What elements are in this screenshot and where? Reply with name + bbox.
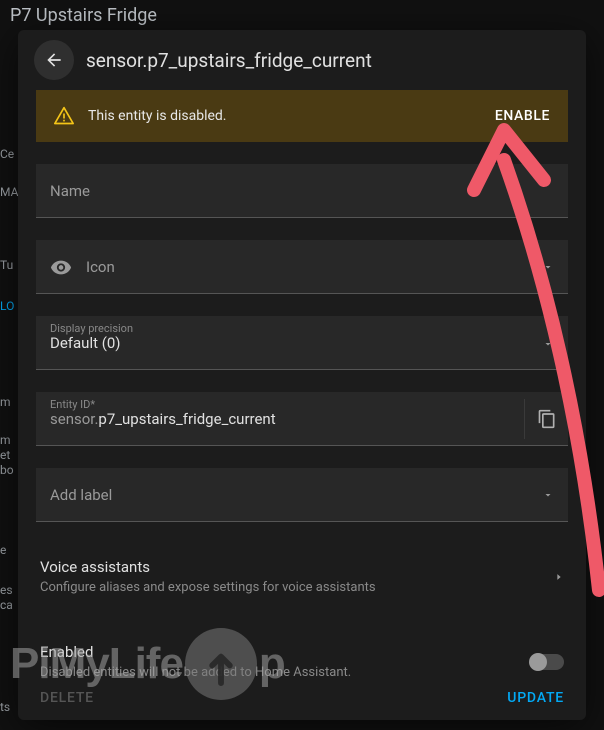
update-button[interactable]: UPDATE <box>507 690 564 706</box>
display-precision-value: Default (0) <box>50 334 121 352</box>
watermark-logo-icon <box>185 628 257 700</box>
entity-id-field[interactable]: Entity ID* sensor.p7_upstairs_fridge_cur… <box>36 392 568 446</box>
name-field-label: Name <box>50 182 90 200</box>
modal-header: sensor.p7_upstairs_fridge_current <box>18 30 586 90</box>
copy-icon <box>537 409 557 429</box>
icon-field[interactable]: Icon <box>36 240 568 294</box>
icon-field-label: Icon <box>86 258 115 276</box>
modal-title: sensor.p7_upstairs_fridge_current <box>86 49 372 72</box>
entity-id-value: sensor.p7_upstairs_fridge_current <box>50 410 276 428</box>
modal-body[interactable]: This entity is disabled. ENABLE Name Ico… <box>18 90 586 676</box>
watermark: PiMyLife p <box>10 628 285 700</box>
copy-entity-id-button[interactable] <box>524 399 568 439</box>
eye-icon <box>50 256 72 278</box>
chevron-down-icon <box>542 261 554 273</box>
entity-settings-modal: sensor.p7_upstairs_fridge_current This e… <box>18 30 586 720</box>
voice-assistants-title: Voice assistants <box>40 558 540 576</box>
voice-assistants-row[interactable]: Voice assistants Configure aliases and e… <box>36 544 568 611</box>
chevron-down-icon <box>542 489 554 501</box>
display-precision-field[interactable]: Display precision Default (0) <box>36 316 568 370</box>
banner-text: This entity is disabled. <box>88 108 481 124</box>
entity-id-label: Entity ID* <box>50 398 95 411</box>
enable-button[interactable]: ENABLE <box>495 108 550 124</box>
chevron-down-icon <box>542 338 554 350</box>
display-precision-label: Display precision <box>50 322 133 335</box>
background-page-title: P7 Upstairs Fridge <box>10 5 157 26</box>
add-label-field[interactable]: Add label <box>36 468 568 522</box>
back-button[interactable] <box>34 40 74 80</box>
back-arrow-icon <box>44 50 64 70</box>
warning-icon <box>54 106 74 126</box>
disabled-banner: This entity is disabled. ENABLE <box>36 90 568 142</box>
add-label-text: Add label <box>50 486 112 504</box>
chevron-right-icon <box>554 569 564 585</box>
name-field[interactable]: Name <box>36 164 568 218</box>
voice-assistants-desc: Configure aliases and expose settings fo… <box>40 580 540 597</box>
enabled-toggle[interactable] <box>530 654 564 670</box>
